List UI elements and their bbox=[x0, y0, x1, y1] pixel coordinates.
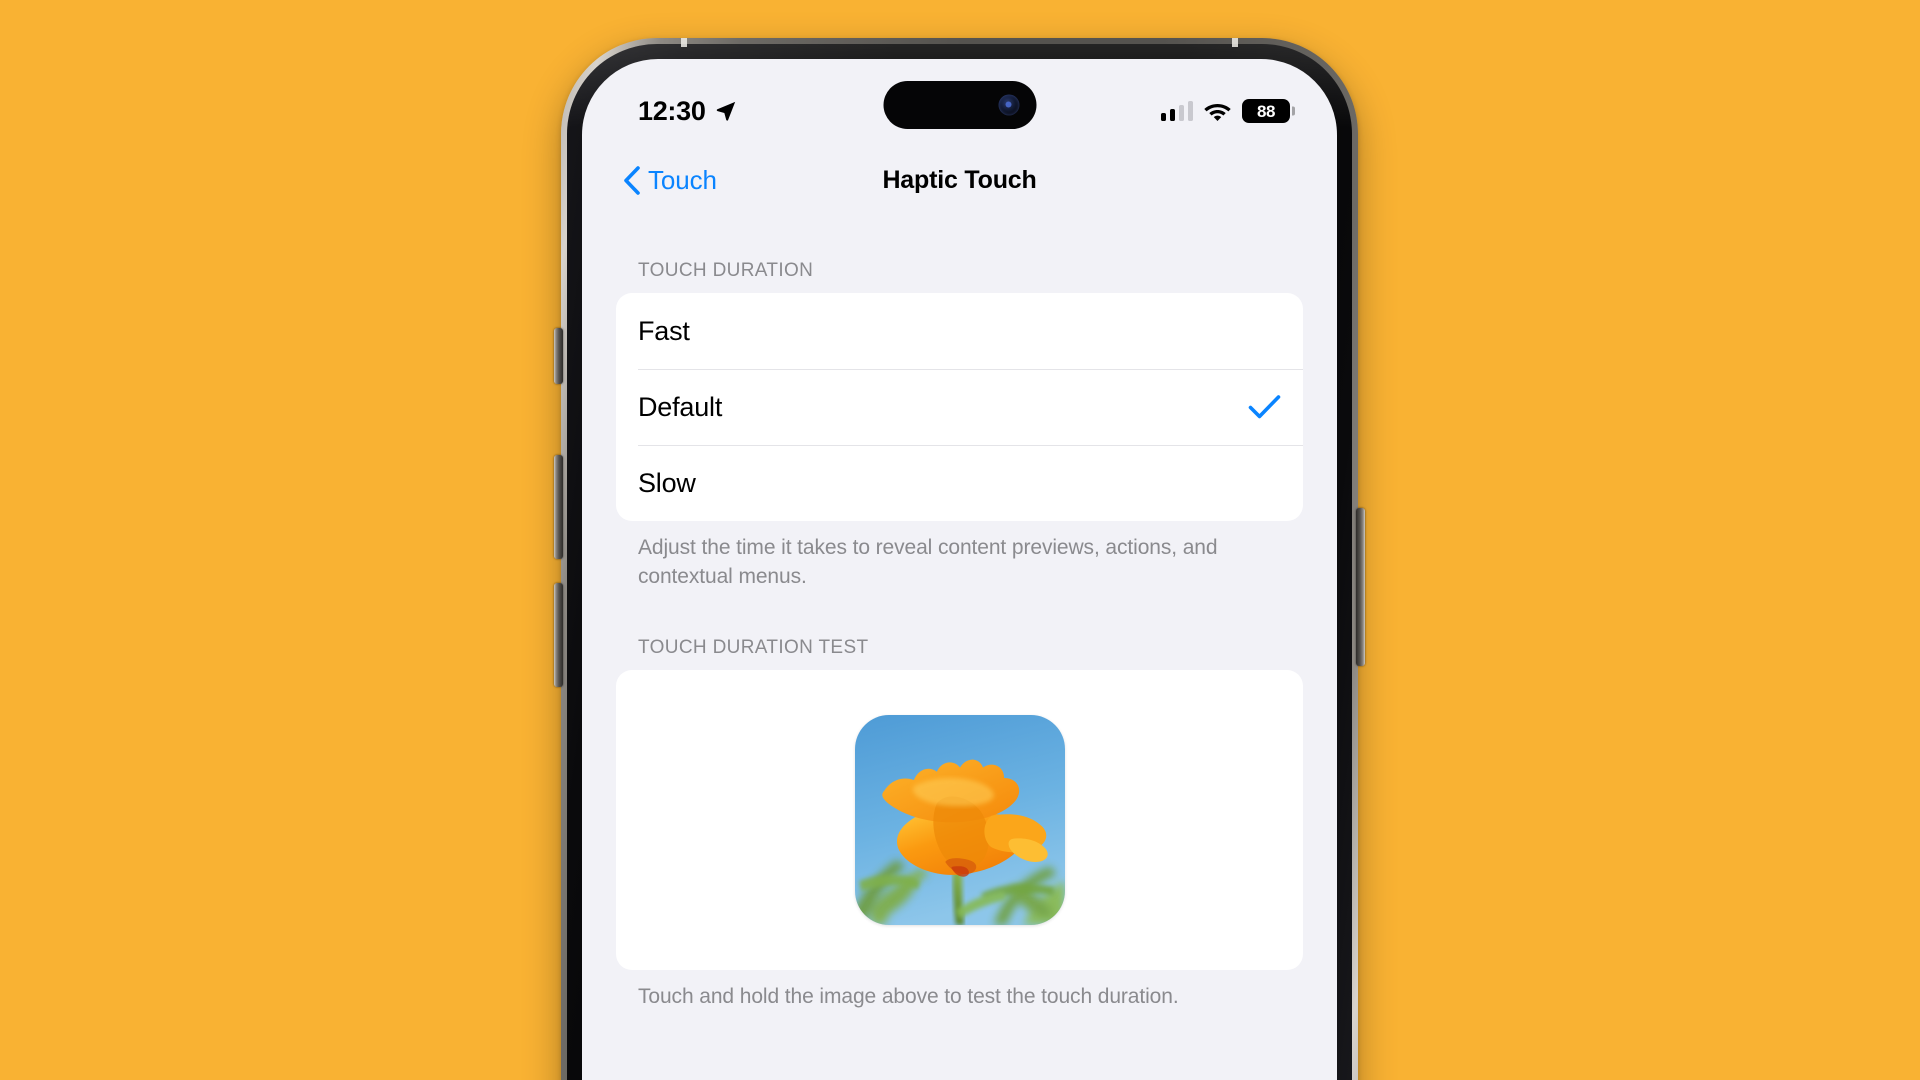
wifi-icon bbox=[1204, 103, 1231, 121]
battery-level-label: 88 bbox=[1256, 101, 1276, 121]
power-button[interactable] bbox=[1356, 508, 1365, 666]
back-button-label: Touch bbox=[648, 164, 717, 195]
action-button[interactable] bbox=[554, 328, 563, 384]
settings-scroll-content[interactable]: TOUCH DURATION Fast Default Slow Adjust … bbox=[582, 215, 1337, 1080]
section-header-touch-duration-test: TOUCH DURATION TEST bbox=[638, 636, 869, 658]
back-button[interactable]: Touch bbox=[623, 165, 717, 196]
option-row-default[interactable]: Default bbox=[616, 369, 1303, 445]
cellular-signal-icon bbox=[1160, 101, 1193, 121]
location-arrow-icon bbox=[716, 101, 735, 121]
touch-duration-option-group: Fast Default Slow bbox=[616, 293, 1303, 521]
option-row-slow[interactable]: Slow bbox=[616, 445, 1303, 521]
status-clock: 12:30 bbox=[638, 95, 706, 126]
touch-duration-footer-text: Adjust the time it takes to reveal conte… bbox=[638, 536, 1218, 588]
antenna-line-top-right bbox=[1232, 38, 1238, 47]
volume-up-button[interactable] bbox=[554, 455, 563, 559]
antenna-line-top-left bbox=[681, 38, 687, 47]
touch-duration-test-card bbox=[616, 669, 1303, 970]
touch-duration-test-footer-text: Touch and hold the image above to test t… bbox=[638, 984, 1179, 1008]
front-camera-icon bbox=[998, 94, 1019, 116]
section-header-touch-duration: TOUCH DURATION bbox=[638, 260, 814, 281]
phone-screen: 12:30 88 Touch Haptic Touch TOUCH DURATI… bbox=[582, 59, 1337, 1080]
battery-icon: 88 bbox=[1242, 99, 1290, 123]
iphone-device-frame: 12:30 88 Touch Haptic Touch TOUCH DURATI… bbox=[554, 38, 1365, 1080]
california-poppy-thumbnail[interactable] bbox=[854, 714, 1065, 925]
status-bar-right: 88 bbox=[1160, 81, 1290, 123]
dynamic-island[interactable] bbox=[883, 81, 1036, 129]
option-label-fast: Fast bbox=[638, 315, 690, 346]
status-bar-left: 12:30 bbox=[638, 78, 737, 127]
chevron-left-icon bbox=[624, 165, 640, 195]
option-label-default: Default bbox=[638, 391, 723, 422]
option-label-slow: Slow bbox=[638, 467, 696, 498]
navigation-bar: Touch Haptic Touch bbox=[582, 145, 1337, 215]
poppy-image bbox=[854, 714, 1065, 925]
option-row-fast[interactable]: Fast bbox=[616, 293, 1303, 369]
checkmark-icon bbox=[1248, 395, 1281, 419]
volume-down-button[interactable] bbox=[554, 583, 563, 687]
